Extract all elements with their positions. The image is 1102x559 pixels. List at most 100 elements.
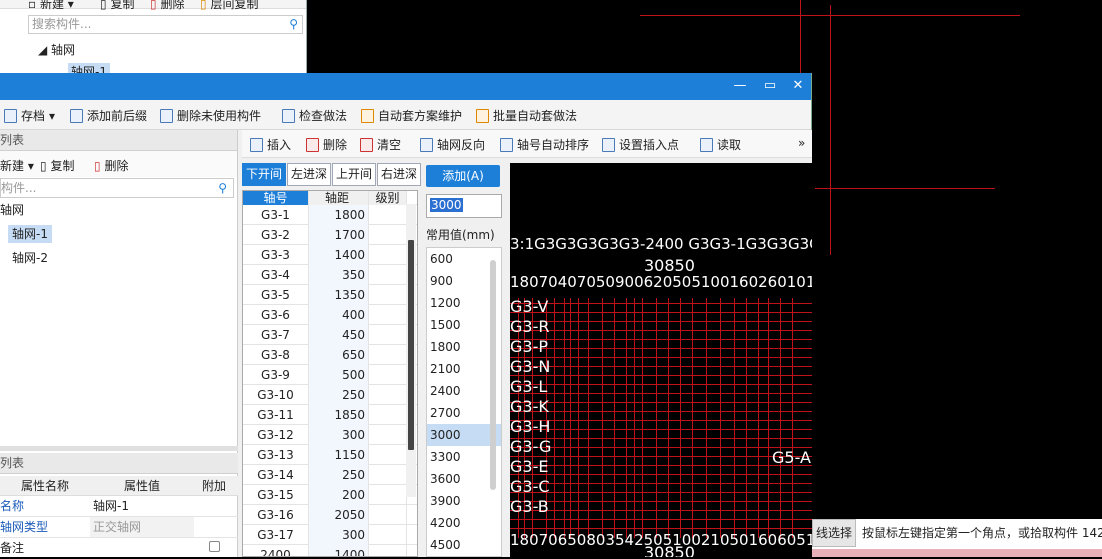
axis-id-cell[interactable]: G3-16 (243, 505, 309, 525)
axis-distance-cell[interactable]: 1700 (309, 225, 369, 245)
axis-distance-cell[interactable]: 1800 (309, 205, 369, 225)
axis-id-cell[interactable]: G3-10 (243, 385, 309, 405)
common-value-item[interactable]: 4500 (427, 534, 501, 556)
delete-unused-button[interactable]: 删除未使用构件 (160, 107, 261, 124)
level-cell[interactable] (369, 265, 407, 285)
table-row[interactable]: G3-13 1150 (243, 445, 417, 465)
tab-left-depth[interactable]: 左进深 (287, 163, 331, 186)
insert-button[interactable]: 插入 (250, 136, 291, 153)
table-row[interactable]: G3-1 1800 (243, 205, 417, 225)
level-cell[interactable] (369, 205, 407, 225)
prop-row-note[interactable]: 备注 (0, 538, 238, 559)
delete-row-button[interactable]: 删除 (306, 136, 347, 153)
axis-distance-cell[interactable]: 1850 (309, 405, 369, 425)
axis-distance-cell[interactable]: 1400 (309, 545, 369, 556)
table-row[interactable]: G3-10 250 (243, 385, 417, 405)
bg-search-input[interactable]: 搜索构件... ⚲ (28, 15, 303, 34)
table-row[interactable]: G3-7 450 (243, 325, 417, 345)
table-row[interactable]: G3-8 650 (243, 345, 417, 365)
level-cell[interactable] (369, 225, 407, 245)
table-row[interactable]: G3-16 2050 (243, 505, 417, 525)
level-cell[interactable] (369, 305, 407, 325)
more-icon[interactable]: » (798, 136, 805, 150)
level-cell[interactable] (369, 505, 407, 525)
level-cell[interactable] (369, 345, 407, 365)
auto-scheme-button[interactable]: 自动套方案维护 (361, 107, 462, 124)
table-row[interactable]: G3-3 1400 (243, 245, 417, 265)
add-button[interactable]: 添加(A) (426, 165, 500, 187)
axis-id-cell[interactable]: G3-6 (243, 305, 309, 325)
table-row[interactable]: G3-4 350 (243, 265, 417, 285)
table-row[interactable]: G3-14 250 (243, 465, 417, 485)
level-cell[interactable] (369, 425, 407, 445)
line-select-mode[interactable]: 线选择 (812, 519, 856, 547)
clear-button[interactable]: 清空 (360, 136, 401, 153)
axis-id-cell[interactable]: G3-14 (243, 465, 309, 485)
table-row[interactable]: G3-17 300 (243, 525, 417, 545)
table-row[interactable]: G3-5 1350 (243, 285, 417, 305)
bg-delete-button[interactable]: ▯ 删除 (150, 0, 184, 12)
axis-distance-cell[interactable]: 450 (309, 325, 369, 345)
close-icon[interactable]: ✕ (788, 77, 808, 95)
common-value-item[interactable]: 3900 (427, 490, 501, 512)
axis-id-cell[interactable]: G3-1 (243, 205, 309, 225)
level-cell[interactable] (369, 285, 407, 305)
axis-id-cell[interactable]: G3-3 (243, 245, 309, 265)
common-value-item[interactable]: 4200 (427, 512, 501, 534)
tab-right-depth[interactable]: 右进深 (377, 163, 421, 186)
axis-id-cell[interactable]: G3-8 (243, 345, 309, 365)
axis-distance-cell[interactable]: 1150 (309, 445, 369, 465)
axis-distance-cell[interactable]: 350 (309, 265, 369, 285)
level-cell[interactable] (369, 545, 407, 556)
axis-distance-cell[interactable]: 650 (309, 345, 369, 365)
save-button[interactable]: 存档 ▾ (4, 107, 55, 124)
set-insert-point-button[interactable]: 设置插入点 (602, 136, 679, 153)
axis-distance-cell[interactable]: 2050 (309, 505, 369, 525)
tree-item-1[interactable]: 轴网-1 (0, 222, 237, 246)
axis-distance-cell[interactable]: 400 (309, 305, 369, 325)
axis-preview-canvas[interactable]: 3:1G3G3G3G3G3-2400 G3G3-1G3G3G3G3 30850 … (510, 163, 812, 557)
table-row[interactable]: G3-2 1700 (243, 225, 417, 245)
level-cell[interactable] (369, 385, 407, 405)
axis-distance-cell[interactable]: 250 (309, 385, 369, 405)
bg-floor-copy-button[interactable]: ▯ 层间复制 (200, 0, 258, 12)
batch-auto-button[interactable]: 批量自动套做法 (476, 107, 577, 124)
delete-button[interactable]: ▯ 删除 (94, 157, 128, 174)
axis-id-cell[interactable]: G3-17 (243, 525, 309, 545)
axis-id-cell[interactable]: 2400 (243, 545, 309, 556)
level-cell[interactable] (369, 445, 407, 465)
axis-id-cell[interactable]: G3-12 (243, 425, 309, 445)
tab-top-bay[interactable]: 上开间 (332, 163, 376, 186)
axis-id-cell[interactable]: G3-7 (243, 325, 309, 345)
bg-tree-root[interactable]: ◢ 轴网 (38, 41, 75, 58)
new-button[interactable]: 新建 ▾ (0, 157, 34, 174)
read-button[interactable]: 读取 (700, 136, 741, 153)
axis-distance-cell[interactable]: 500 (309, 365, 369, 385)
table-row[interactable]: G3-15 200 (243, 485, 417, 505)
tab-bottom-bay[interactable]: 下开间 (242, 163, 286, 186)
axis-distance-cell[interactable]: 250 (309, 465, 369, 485)
minimize-icon[interactable]: — (730, 77, 750, 95)
append-checkbox[interactable] (208, 541, 220, 552)
check-method-button[interactable]: 检查做法 (282, 107, 347, 124)
common-list-scroll-thumb[interactable] (490, 260, 496, 490)
tree-root[interactable]: 轴网 (0, 198, 237, 222)
bg-copy-button[interactable]: ▯ 复制 (100, 0, 134, 12)
value-input[interactable]: 3000 (426, 194, 502, 218)
add-prefix-suffix-button[interactable]: 添加前后缀 (70, 107, 147, 124)
maximize-icon[interactable]: ▭ (760, 77, 780, 95)
axis-reverse-button[interactable]: 轴网反向 (420, 136, 485, 153)
axis-distance-cell[interactable]: 1400 (309, 245, 369, 265)
axis-id-cell[interactable]: G3-5 (243, 285, 309, 305)
level-cell[interactable] (369, 405, 407, 425)
copy-button[interactable]: ▯ 复制 (40, 157, 74, 174)
axis-id-cell[interactable]: G3-4 (243, 265, 309, 285)
axis-id-cell[interactable]: G3-15 (243, 485, 309, 505)
table-row[interactable]: G3-6 400 (243, 305, 417, 325)
prop-row-type[interactable]: 轴网类型 正交轴网 (0, 517, 238, 538)
axis-distance-cell[interactable]: 300 (309, 425, 369, 445)
level-cell[interactable] (369, 245, 407, 265)
table-row[interactable]: G3-9 500 (243, 365, 417, 385)
level-cell[interactable] (369, 485, 407, 505)
table-row[interactable]: G3-11 1850 (243, 405, 417, 425)
